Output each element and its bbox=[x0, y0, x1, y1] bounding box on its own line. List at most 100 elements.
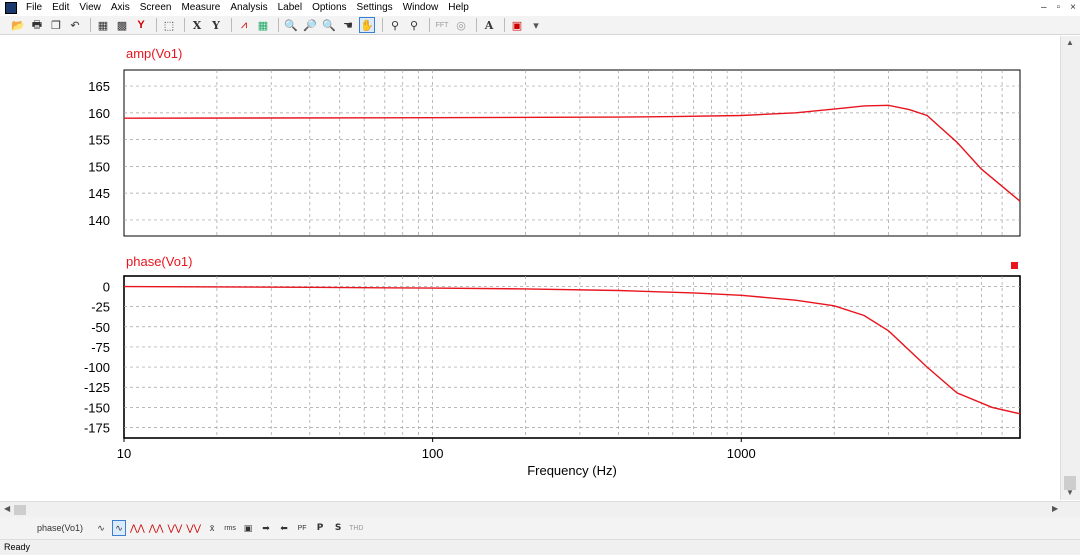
menu-screen[interactable]: Screen bbox=[135, 0, 177, 16]
scroll-right-icon[interactable]: ▶ bbox=[1052, 504, 1058, 513]
y-label-icon[interactable]: Y bbox=[208, 17, 224, 33]
horizontal-scrollbar[interactable]: ◀ ▶ bbox=[0, 501, 1080, 517]
menu-help[interactable]: Help bbox=[443, 0, 474, 16]
trace-toolbar: phase(Vo1) ∿ ∿ ⋀⋀ ⋀⋀ ⋁⋁ ⋁⋁ x̄ rms ▣ ➡ ⬅ … bbox=[0, 517, 1080, 539]
toolbar-separator bbox=[504, 18, 505, 32]
phase-y-tick-label: 0 bbox=[103, 279, 110, 294]
zoom-in-icon[interactable]: 🔍 bbox=[283, 17, 299, 33]
toolbar-separator bbox=[90, 18, 91, 32]
valley-icon[interactable]: ⋁⋁ bbox=[168, 520, 183, 536]
active-trace-marker[interactable] bbox=[1011, 262, 1018, 269]
undo-icon[interactable]: ↶ bbox=[67, 17, 83, 33]
toolbar-separator bbox=[476, 18, 477, 32]
target-icon[interactable]: ◎ bbox=[453, 17, 469, 33]
arrow-right-icon[interactable]: ➡ bbox=[259, 520, 273, 536]
toolbar-separator bbox=[429, 18, 430, 32]
status-text: Ready bbox=[4, 542, 31, 552]
power-icon[interactable]: P bbox=[313, 520, 327, 536]
arrow-left-icon[interactable]: ⬅ bbox=[277, 520, 291, 536]
amp-y-tick-label: 140 bbox=[88, 213, 110, 228]
scroll-left-icon[interactable]: ◀ bbox=[4, 504, 10, 513]
status-bar: Ready bbox=[0, 539, 1080, 555]
phase-y-tick-label: -50 bbox=[91, 320, 110, 335]
phase-y-tick-label: -75 bbox=[91, 340, 110, 355]
menu-options[interactable]: Options bbox=[307, 0, 351, 16]
restore-icon[interactable]: ▫ bbox=[1057, 0, 1061, 16]
scroll-up-icon[interactable]: ▲ bbox=[1066, 38, 1074, 47]
apparent-power-icon[interactable]: S bbox=[331, 520, 345, 536]
amp-plot-frame[interactable] bbox=[123, 69, 1021, 237]
grid-icon[interactable]: ▦ bbox=[255, 17, 271, 33]
amp-y-ticks: 140 145 150 155 160 165 bbox=[88, 79, 110, 228]
menu-label[interactable]: Label bbox=[273, 0, 307, 16]
mdi-window-controls: – ▫ × bbox=[1041, 0, 1076, 16]
x-tick-label: 100 bbox=[422, 446, 444, 461]
dropdown-icon[interactable]: ▾ bbox=[528, 17, 544, 33]
plot-area[interactable]: amp(Vo1) 140 145 150 155 160 165 phase(Vo1) 0… bbox=[0, 36, 1060, 500]
phase-y-tick-label: -125 bbox=[84, 380, 110, 395]
data-icon[interactable]: ▦ bbox=[95, 17, 111, 33]
x-tick-label: 1000 bbox=[727, 446, 756, 461]
menu-settings[interactable]: Settings bbox=[352, 0, 398, 16]
fft-icon[interactable]: FFT bbox=[434, 17, 450, 33]
menu-window[interactable]: Window bbox=[398, 0, 444, 16]
toolbar-separator bbox=[184, 18, 185, 32]
menu-edit[interactable]: Edit bbox=[47, 0, 74, 16]
probe-icon[interactable]: ⚲ bbox=[387, 17, 403, 33]
menu-axis[interactable]: Axis bbox=[106, 0, 135, 16]
menu-measure[interactable]: Measure bbox=[176, 0, 225, 16]
phase-y-tick-label: -175 bbox=[84, 421, 110, 436]
close-icon[interactable]: × bbox=[1070, 0, 1076, 16]
horizontal-scroll-thumb[interactable] bbox=[14, 505, 26, 515]
text-icon[interactable]: A bbox=[481, 17, 497, 33]
toolbar-separator bbox=[382, 18, 383, 32]
probe-multi-icon[interactable]: ⚲ bbox=[406, 17, 422, 33]
trace-tab[interactable]: phase(Vo1) bbox=[30, 520, 90, 536]
amp-plot-title: amp(Vo1) bbox=[126, 46, 182, 61]
app-icon bbox=[5, 2, 17, 14]
zoom-out-icon[interactable]: 🔍 bbox=[321, 17, 337, 33]
peak-next-icon[interactable]: ⋀⋀ bbox=[149, 520, 164, 536]
zoom-region-icon[interactable]: 🔎 bbox=[302, 17, 318, 33]
pan-icon[interactable]: ☚ bbox=[340, 17, 356, 33]
phase-plot-frame[interactable] bbox=[123, 275, 1021, 439]
phase-plot-title: phase(Vo1) bbox=[126, 254, 193, 269]
main-toolbar: 📂 🖶 ❐ ↶ ▦ ▩ Y ⬚ X Y ⩘ ▦ 🔍 🔎 🔍 ☚ ✋ ⚲ ⚲ FF… bbox=[0, 16, 1080, 35]
rms-icon[interactable]: rms bbox=[223, 520, 237, 536]
toolbar-separator bbox=[156, 18, 157, 32]
phase-y-tick-label: -100 bbox=[84, 360, 110, 375]
menu-analysis[interactable]: Analysis bbox=[225, 0, 272, 16]
wave-selected-icon[interactable]: ∿ bbox=[112, 520, 126, 536]
print-icon[interactable]: 🖶 bbox=[29, 17, 45, 33]
open-icon[interactable]: 📂 bbox=[10, 17, 26, 33]
select-icon[interactable]: ⬚ bbox=[161, 17, 177, 33]
thd-icon[interactable]: THD bbox=[349, 520, 363, 536]
copy-icon[interactable]: ❐ bbox=[48, 17, 64, 33]
x-label-icon[interactable]: X bbox=[189, 17, 205, 33]
minimize-icon[interactable]: – bbox=[1041, 0, 1047, 16]
x-tick-label: 10 bbox=[117, 446, 131, 461]
x-axis-label: Frequency (Hz) bbox=[527, 463, 617, 478]
hand-icon[interactable]: ✋ bbox=[359, 17, 375, 33]
table-icon[interactable]: ▣ bbox=[241, 520, 255, 536]
color-icon[interactable]: ▣ bbox=[509, 17, 525, 33]
peak-icon[interactable]: ⋀⋀ bbox=[130, 520, 145, 536]
scroll-down-icon[interactable]: ▼ bbox=[1066, 488, 1074, 497]
x-tick-labels: 10 100 1000 bbox=[117, 438, 756, 461]
valley-next-icon[interactable]: ⋁⋁ bbox=[186, 520, 201, 536]
alt-icon[interactable]: ⩘ bbox=[236, 17, 252, 33]
y-axis-icon[interactable]: Y bbox=[133, 17, 149, 33]
vertical-scrollbar[interactable]: ▲ ▼ bbox=[1060, 36, 1080, 500]
phase-y-tick-label: -150 bbox=[84, 400, 110, 415]
menu-file[interactable]: File bbox=[21, 0, 47, 16]
amp-y-tick-label: 165 bbox=[88, 79, 110, 94]
menu-view[interactable]: View bbox=[74, 0, 106, 16]
toolbar-separator bbox=[278, 18, 279, 32]
wave-icon[interactable]: ∿ bbox=[94, 520, 108, 536]
amp-y-tick-label: 145 bbox=[88, 186, 110, 201]
plots-svg[interactable]: amp(Vo1) 140 145 150 155 160 165 phase(Vo1) 0… bbox=[0, 36, 1060, 500]
phase-y-tick-label: -25 bbox=[91, 300, 110, 315]
power-factor-icon[interactable]: PF bbox=[295, 520, 309, 536]
average-icon[interactable]: x̄ bbox=[205, 520, 219, 536]
save-graph-icon[interactable]: ▩ bbox=[114, 17, 130, 33]
